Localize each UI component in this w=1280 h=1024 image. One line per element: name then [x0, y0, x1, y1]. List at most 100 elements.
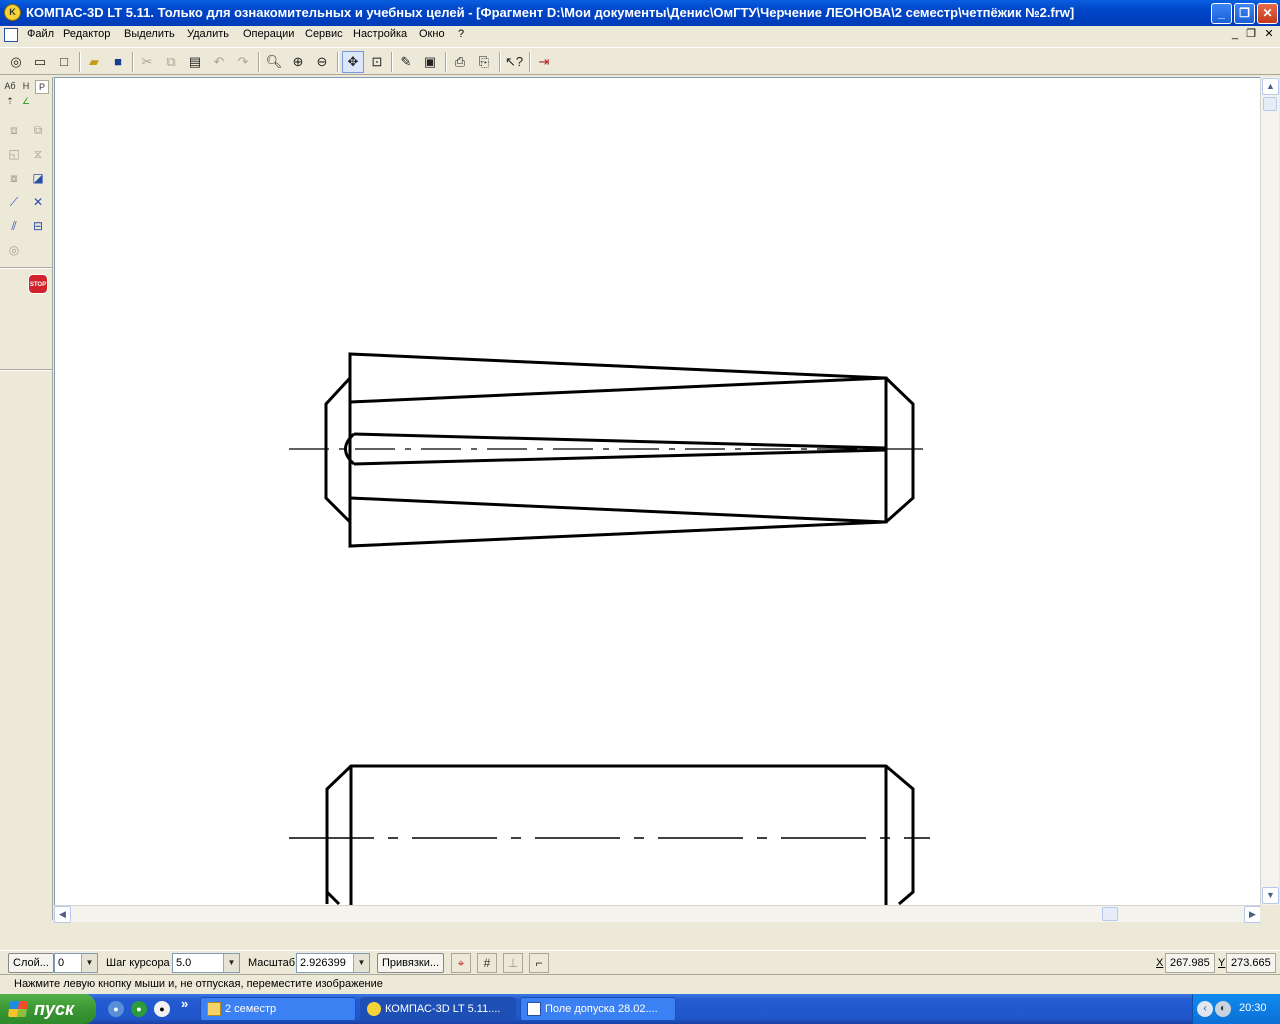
- task-folder-2-semestr[interactable]: 2 семестр: [200, 997, 356, 1021]
- zoom-out-icon[interactable]: ⊖: [311, 51, 333, 73]
- context-help-icon[interactable]: ↖?: [503, 51, 525, 73]
- menu-editor[interactable]: Редактор: [63, 28, 110, 40]
- y-coord-field[interactable]: 273.665: [1226, 953, 1276, 973]
- menu-select[interactable]: Выделить: [124, 28, 175, 40]
- layer-combo[interactable]: 0 ▼: [54, 953, 98, 973]
- drawing-canvas[interactable]: [54, 77, 1260, 906]
- task-label: КОМПАС-3D LT 5.11....: [385, 1003, 501, 1015]
- quicklaunch-more-icon[interactable]: »: [181, 996, 188, 1011]
- undo-icon[interactable]: ↶: [208, 51, 230, 73]
- scale-value: 2.926399: [300, 957, 346, 969]
- menu-help[interactable]: ?: [458, 28, 464, 40]
- scale-combo[interactable]: 2.926399 ▼: [296, 953, 370, 973]
- vertical-scrollbar[interactable]: ▲ ▼: [1260, 77, 1279, 905]
- tray-chevron-icon[interactable]: ‹: [1197, 1001, 1213, 1017]
- symmetry-icon[interactable]: ⧖: [27, 144, 49, 166]
- break-curve-icon[interactable]: ✕: [27, 192, 49, 214]
- print-preview-icon[interactable]: ⎙: [449, 51, 471, 73]
- chevron-down-icon[interactable]: ▼: [353, 954, 369, 972]
- taskbar: пуск ● ● ● » 2 семестр КОМПАС-3D LT 5.11…: [0, 994, 1280, 1024]
- new-fragment-icon[interactable]: □: [53, 51, 75, 73]
- ortho-mode-icon[interactable]: ⌐: [529, 953, 549, 973]
- paste-icon[interactable]: ▤: [184, 51, 206, 73]
- tray-app-icon[interactable]: ◐: [1215, 1001, 1231, 1017]
- restore-button[interactable]: ❐: [1234, 3, 1255, 24]
- task-word-document[interactable]: Поле допуска 28.02....: [520, 997, 676, 1021]
- cursor-step-combo[interactable]: 5.0 ▼: [172, 953, 240, 973]
- menu-settings[interactable]: Настройка: [353, 28, 407, 40]
- menu-window[interactable]: Окно: [419, 28, 445, 40]
- snaps-button[interactable]: Привязки...: [377, 953, 445, 973]
- chevron-down-icon[interactable]: ▼: [81, 954, 97, 972]
- scale-icon[interactable]: ◱: [3, 144, 25, 166]
- minimize-button[interactable]: _: [1211, 3, 1232, 24]
- window-title: КОМПАС-3D LT 5.11. Только для ознакомите…: [26, 5, 1075, 20]
- trim-curve-icon[interactable]: ⟋: [3, 192, 25, 214]
- new-model-icon[interactable]: ◎: [5, 51, 27, 73]
- rotate-icon[interactable]: ⧉: [27, 120, 49, 142]
- horizontal-scrollbar[interactable]: ◀ ▶: [54, 905, 1261, 923]
- show-all-icon[interactable]: ⊡: [366, 51, 388, 73]
- x-coord-field[interactable]: 267.985: [1165, 953, 1215, 973]
- tab-edit-icon[interactable]: Р: [35, 80, 49, 94]
- grid-icon[interactable]: #: [477, 953, 497, 973]
- quicklaunch-panda-icon[interactable]: ●: [154, 1001, 170, 1017]
- new-sheet-icon[interactable]: ▭: [29, 51, 51, 73]
- snap-settings-icon[interactable]: ⌖: [451, 953, 471, 973]
- tab-dimension-icon[interactable]: Н: [19, 80, 33, 94]
- menu-service[interactable]: Сервис: [305, 28, 343, 40]
- open-folder-icon[interactable]: ▰: [83, 51, 105, 73]
- horizontal-scroll-thumb[interactable]: [1102, 907, 1118, 921]
- scroll-right-button[interactable]: ▶: [1244, 906, 1261, 923]
- layer-button[interactable]: Слой...: [8, 953, 54, 973]
- mdi-minimize-button[interactable]: _: [1228, 28, 1242, 42]
- toolbar-separator: [445, 52, 447, 72]
- close-button[interactable]: ✕: [1257, 3, 1278, 24]
- cut-icon[interactable]: ✂: [136, 51, 158, 73]
- print-icon[interactable]: ⎘: [473, 51, 495, 73]
- properties-icon[interactable]: ▣: [419, 51, 441, 73]
- copy-objects-icon[interactable]: ⧇: [3, 168, 25, 190]
- mdi-close-button[interactable]: ✕: [1262, 28, 1276, 42]
- start-button[interactable]: пуск: [0, 994, 96, 1024]
- quicklaunch-app-icon[interactable]: ●: [108, 1001, 124, 1017]
- taper-inner-line-top: [349, 376, 887, 404]
- chevron-down-icon[interactable]: ▼: [223, 954, 239, 972]
- hint-text: Нажмите левую кнопку мыши и, не отпуская…: [14, 978, 383, 990]
- document-icon[interactable]: [4, 28, 18, 42]
- taper-inner-line-bottom: [349, 496, 887, 524]
- scroll-up-button[interactable]: ▲: [1262, 78, 1279, 95]
- mdi-restore-button[interactable]: ❐: [1244, 28, 1258, 42]
- task-kompas[interactable]: КОМПАС-3D LT 5.11....: [360, 997, 516, 1021]
- tab-parametric-icon[interactable]: ∠: [19, 95, 33, 109]
- scroll-left-button[interactable]: ◀: [54, 906, 71, 923]
- hatch-icon[interactable]: ⫽: [3, 216, 25, 238]
- copy-icon[interactable]: ⧉: [160, 51, 182, 73]
- zoom-in-icon[interactable]: ⊕: [287, 51, 309, 73]
- kompas-app-icon: [367, 1002, 381, 1016]
- menu-operations[interactable]: Операции: [243, 28, 294, 40]
- equidistant-icon[interactable]: ⊟: [27, 216, 49, 238]
- clock[interactable]: 20:30: [1239, 1002, 1267, 1014]
- refresh-icon[interactable]: ✎: [395, 51, 417, 73]
- exit-icon[interactable]: ⇥: [533, 51, 555, 73]
- redo-icon[interactable]: ↷: [232, 51, 254, 73]
- tab-text-icon[interactable]: Аб: [3, 80, 17, 94]
- quicklaunch-browser-icon[interactable]: ●: [131, 1001, 147, 1017]
- measure-icon[interactable]: ◎: [3, 240, 25, 262]
- stop-icon[interactable]: STOP: [28, 274, 48, 294]
- vertical-scroll-thumb[interactable]: [1263, 97, 1277, 111]
- scroll-down-button[interactable]: ▼: [1262, 887, 1279, 904]
- local-cs-icon[interactable]: ⊥: [503, 953, 523, 973]
- deform-icon[interactable]: ◪: [27, 168, 49, 190]
- tab-geometry-icon[interactable]: ⇡: [3, 95, 17, 109]
- menu-file[interactable]: Файл: [27, 28, 54, 40]
- toolbar-separator: [391, 52, 393, 72]
- toolbar-separator: [499, 52, 501, 72]
- move-icon[interactable]: ⧈: [3, 120, 25, 142]
- system-tray: ‹ ◐ 20:30: [1192, 994, 1280, 1024]
- zoom-window-icon[interactable]: 🔍︎: [263, 51, 285, 73]
- save-icon[interactable]: ■: [107, 51, 129, 73]
- pan-icon[interactable]: ✥: [342, 51, 364, 73]
- menu-delete[interactable]: Удалить: [187, 28, 229, 40]
